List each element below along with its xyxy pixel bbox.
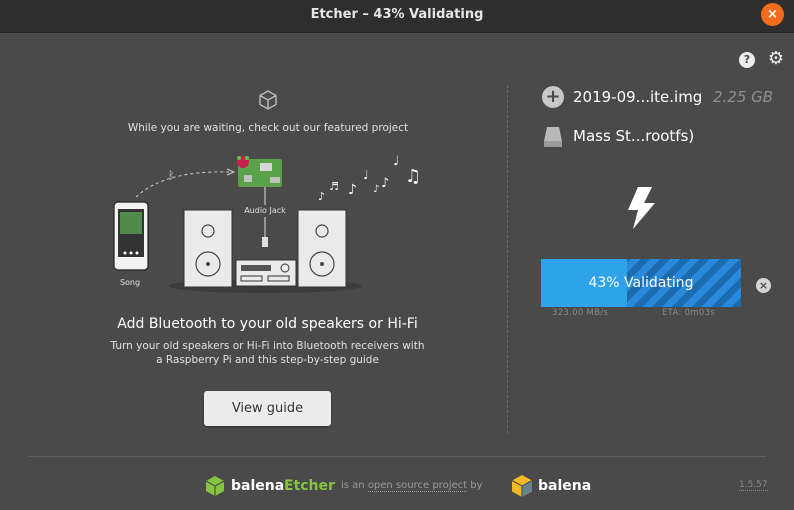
- cube-icon: [259, 90, 277, 110]
- svg-text:♫: ♫: [405, 166, 421, 187]
- image-file-name[interactable]: 2019-09...ite.img: [573, 88, 702, 106]
- balena-link[interactable]: balena: [538, 478, 591, 494]
- brand-suffix[interactable]: Etcher: [284, 478, 335, 494]
- title-bar: Etcher – 43% Validating ×: [0, 0, 794, 33]
- footer-divider: [28, 456, 766, 457]
- amplifier-icon: [235, 259, 297, 287]
- settings-gear-icon[interactable]: ⚙: [767, 50, 785, 68]
- svg-text:♪: ♪: [348, 182, 357, 198]
- left-speaker-icon: [183, 209, 233, 288]
- progress-bar: 43% Validating: [541, 259, 741, 307]
- open-source-link[interactable]: open source project: [367, 480, 468, 492]
- panel-divider: [507, 85, 508, 433]
- close-button[interactable]: ×: [761, 3, 784, 26]
- featured-project-title: Add Bluetooth to your old speakers or Hi…: [117, 316, 418, 332]
- window-title: Etcher – 43% Validating: [310, 7, 484, 22]
- flash-eta: ETA: 0m03s: [662, 308, 716, 318]
- svg-text:♩: ♩: [393, 154, 399, 169]
- drive-icon: [544, 127, 562, 147]
- svg-text:♪: ♪: [318, 190, 325, 203]
- open-source-text: is an open source project by: [341, 480, 483, 492]
- brand-prefix[interactable]: balena: [231, 478, 284, 494]
- featured-project-description: Turn your old speakers or Hi-Fi into Blu…: [110, 340, 425, 366]
- view-guide-button[interactable]: View guide: [204, 391, 331, 426]
- music-notes-icon: ♪ ♬ ♪ ♩ ♪ ♪ ♩ ♫: [318, 154, 421, 203]
- progress-label: 43% Validating: [588, 275, 694, 291]
- version-label[interactable]: 1.5.57: [739, 480, 768, 491]
- lightning-icon: [628, 187, 655, 229]
- svg-text:♬: ♬: [329, 180, 339, 193]
- song-label: Song: [120, 278, 140, 287]
- plus-circle-icon: +: [542, 86, 564, 108]
- cancel-icon[interactable]: ×: [756, 278, 771, 293]
- featured-illustration: Song ᛒ Audio Jack ♪ ♬ ♪ ♩ ♪ ♪ ♩ ♫: [113, 154, 421, 293]
- target-drive-name[interactable]: Mass St...rootfs): [573, 127, 694, 145]
- svg-text:♩: ♩: [363, 168, 369, 182]
- help-icon[interactable]: ?: [739, 52, 755, 68]
- etcher-logo-icon[interactable]: [205, 475, 225, 497]
- svg-text:ᛒ: ᛒ: [168, 169, 175, 182]
- oss-after: by: [467, 480, 483, 491]
- svg-text:♪: ♪: [373, 184, 379, 195]
- oss-before: is an: [341, 480, 368, 491]
- featured-caption: While you are waiting, check out our fea…: [127, 122, 409, 134]
- phone-icon: [113, 201, 149, 271]
- audio-jack-label: Audio Jack: [244, 206, 286, 215]
- svg-text:♪: ♪: [381, 176, 389, 191]
- flash-speed: 323.00 MB/s: [552, 308, 609, 318]
- raspberry-pi-icon: [237, 156, 282, 187]
- balena-logo-icon[interactable]: [511, 474, 533, 498]
- right-speaker-icon: [297, 209, 347, 288]
- image-file-size: 2.25 GB: [713, 88, 774, 106]
